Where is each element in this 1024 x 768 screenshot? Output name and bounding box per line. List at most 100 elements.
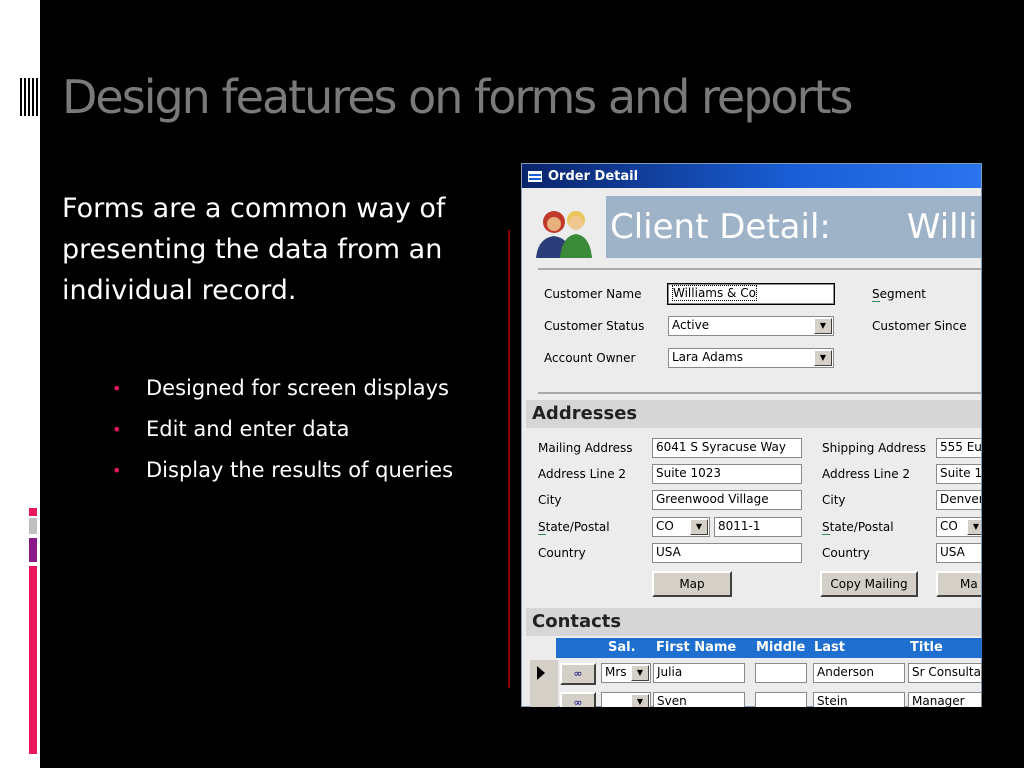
middle-name-field[interactable] (755, 663, 807, 683)
people-icon (536, 211, 592, 258)
account-owner-select[interactable]: Lara Adams ▼ (668, 348, 834, 368)
client-form: Client Detail: Willi Customer Name Willi… (522, 188, 981, 706)
first-name-field[interactable]: Sven (653, 692, 745, 707)
title-field[interactable]: Sr Consulta (908, 663, 982, 683)
account-owner-label: Account Owner (544, 351, 636, 365)
intro-text: Forms are a common way of presenting the… (62, 193, 446, 306)
divider-line (508, 230, 510, 688)
chevron-down-icon[interactable]: ▼ (814, 318, 832, 334)
slide-title: Design features on forms and reports (62, 70, 853, 124)
customer-status-label: Customer Status (544, 319, 645, 333)
customer-since-label: Customer Since (872, 319, 967, 333)
column-last[interactable]: Last (814, 638, 845, 658)
row-selector[interactable] (530, 660, 558, 688)
contact-row: ∞ ▼ Sven Stein Manager (521, 688, 982, 707)
customer-name-field[interactable]: Williams & Co (667, 283, 835, 305)
bullet-item: • Edit and enter data (112, 409, 453, 450)
chevron-down-icon[interactable]: ▼ (631, 694, 649, 707)
left-decorative-strip (0, 0, 40, 768)
chevron-down-icon[interactable]: ▼ (690, 519, 708, 535)
header-title: Client Detail: (610, 207, 831, 247)
glasses-icon[interactable]: ∞ (560, 692, 596, 707)
mailing-country-field[interactable]: USA (652, 543, 802, 563)
middle-name-field[interactable] (755, 692, 807, 707)
shipping-state-value: CO (940, 519, 958, 533)
shipping-state-select[interactable]: CO ▼ (936, 517, 981, 537)
shipping-map-button[interactable]: Ma (936, 571, 981, 597)
chevron-down-icon[interactable]: ▼ (814, 350, 832, 366)
header-divider (538, 268, 981, 270)
row-selector[interactable] (530, 688, 558, 707)
shipping-address-field[interactable]: 555 Eu (936, 438, 981, 458)
glasses-icon[interactable]: ∞ (560, 663, 596, 685)
mailing-state-accesskey: S (538, 520, 546, 535)
window-title: Order Detail (548, 168, 639, 184)
shipping-city-field[interactable]: Denver (936, 490, 981, 510)
shipping-state-label: State/Postal (822, 520, 894, 535)
segment-label: Segment (872, 287, 927, 302)
shipping-line2-label: Address Line 2 (822, 467, 911, 481)
header-client-name: Willi (906, 207, 978, 247)
chevron-down-icon[interactable]: ▼ (967, 519, 981, 535)
column-middle[interactable]: Middle (756, 638, 805, 658)
bullet-text: Edit and enter data (146, 417, 350, 441)
shipping-address-label: Shipping Address (822, 441, 926, 455)
shipping-line2-field[interactable]: Suite 1 (936, 464, 981, 484)
mailing-state-select[interactable]: CO ▼ (652, 517, 710, 537)
addresses-section-header: Addresses (526, 400, 981, 428)
copy-mailing-button[interactable]: Copy Mailing (820, 571, 918, 597)
chevron-down-icon[interactable]: ▼ (631, 665, 649, 681)
client-detail-header: Client Detail: Willi (606, 196, 981, 258)
bullet-dot: • (112, 420, 122, 439)
salutation-select[interactable]: ▼ (601, 692, 651, 707)
mailing-line2-field[interactable]: Suite 1023 (652, 464, 802, 484)
contacts-section-header: Contacts (526, 608, 981, 636)
customer-status-select[interactable]: Active ▼ (668, 316, 834, 336)
salutation-value: Mrs (605, 665, 627, 679)
segment-label-accesskey: S (872, 287, 880, 302)
accent-bar-pink-long (29, 566, 37, 754)
current-row-icon (537, 666, 545, 680)
shipping-state-label-rest: tate/Postal (829, 520, 894, 534)
mailing-line2-label: Address Line 2 (538, 467, 627, 481)
bullet-item: • Display the results of queries (112, 450, 453, 491)
client-divider (538, 392, 981, 394)
mailing-state-value: CO (656, 519, 674, 533)
customer-name-value: Williams & Co (672, 285, 757, 301)
column-sal[interactable]: Sal. (608, 638, 636, 658)
bullet-dot: • (112, 461, 122, 480)
last-name-field[interactable]: Anderson (813, 663, 905, 683)
shipping-city-label: City (822, 493, 846, 507)
bullet-dot: • (112, 379, 122, 398)
bullet-text: Display the results of queries (146, 458, 454, 482)
shipping-state-accesskey: S (822, 520, 830, 535)
window-titlebar[interactable]: Order Detail (522, 164, 981, 188)
customer-status-value: Active (672, 318, 710, 332)
mailing-map-button[interactable]: Map (652, 571, 732, 597)
accent-bar-gray (29, 518, 37, 534)
bullet-text: Designed for screen displays (146, 376, 449, 400)
hatch-decoration (20, 78, 40, 116)
mailing-postal-field[interactable]: 8011-1 (714, 517, 802, 537)
salutation-select[interactable]: Mrs ▼ (601, 663, 651, 683)
title-field[interactable]: Manager (908, 692, 982, 707)
column-first-name[interactable]: First Name (656, 638, 736, 658)
mailing-state-label: State/Postal (538, 520, 610, 535)
mailing-city-field[interactable]: Greenwood Village (652, 490, 802, 510)
shipping-country-field[interactable]: USA (936, 543, 981, 563)
account-owner-value: Lara Adams (672, 350, 744, 364)
mailing-city-label: City (538, 493, 562, 507)
last-name-field[interactable]: Stein (813, 692, 905, 707)
shipping-country-label: Country (822, 546, 870, 560)
mailing-address-field[interactable]: 6041 S Syracuse Way (652, 438, 802, 458)
bullet-list: • Designed for screen displays • Edit and … (112, 368, 453, 491)
mailing-address-label: Mailing Address (538, 441, 633, 455)
customer-name-label: Customer Name (544, 287, 642, 301)
order-detail-window: Order Detail Client Detail: Willi Custom… (521, 163, 982, 707)
accent-bar-pink (29, 508, 37, 516)
column-title[interactable]: Title (910, 638, 943, 658)
accent-bar-purple (29, 538, 37, 562)
mailing-country-label: Country (538, 546, 586, 560)
segment-label-rest: egment (879, 287, 927, 301)
first-name-field[interactable]: Julia (653, 663, 745, 683)
